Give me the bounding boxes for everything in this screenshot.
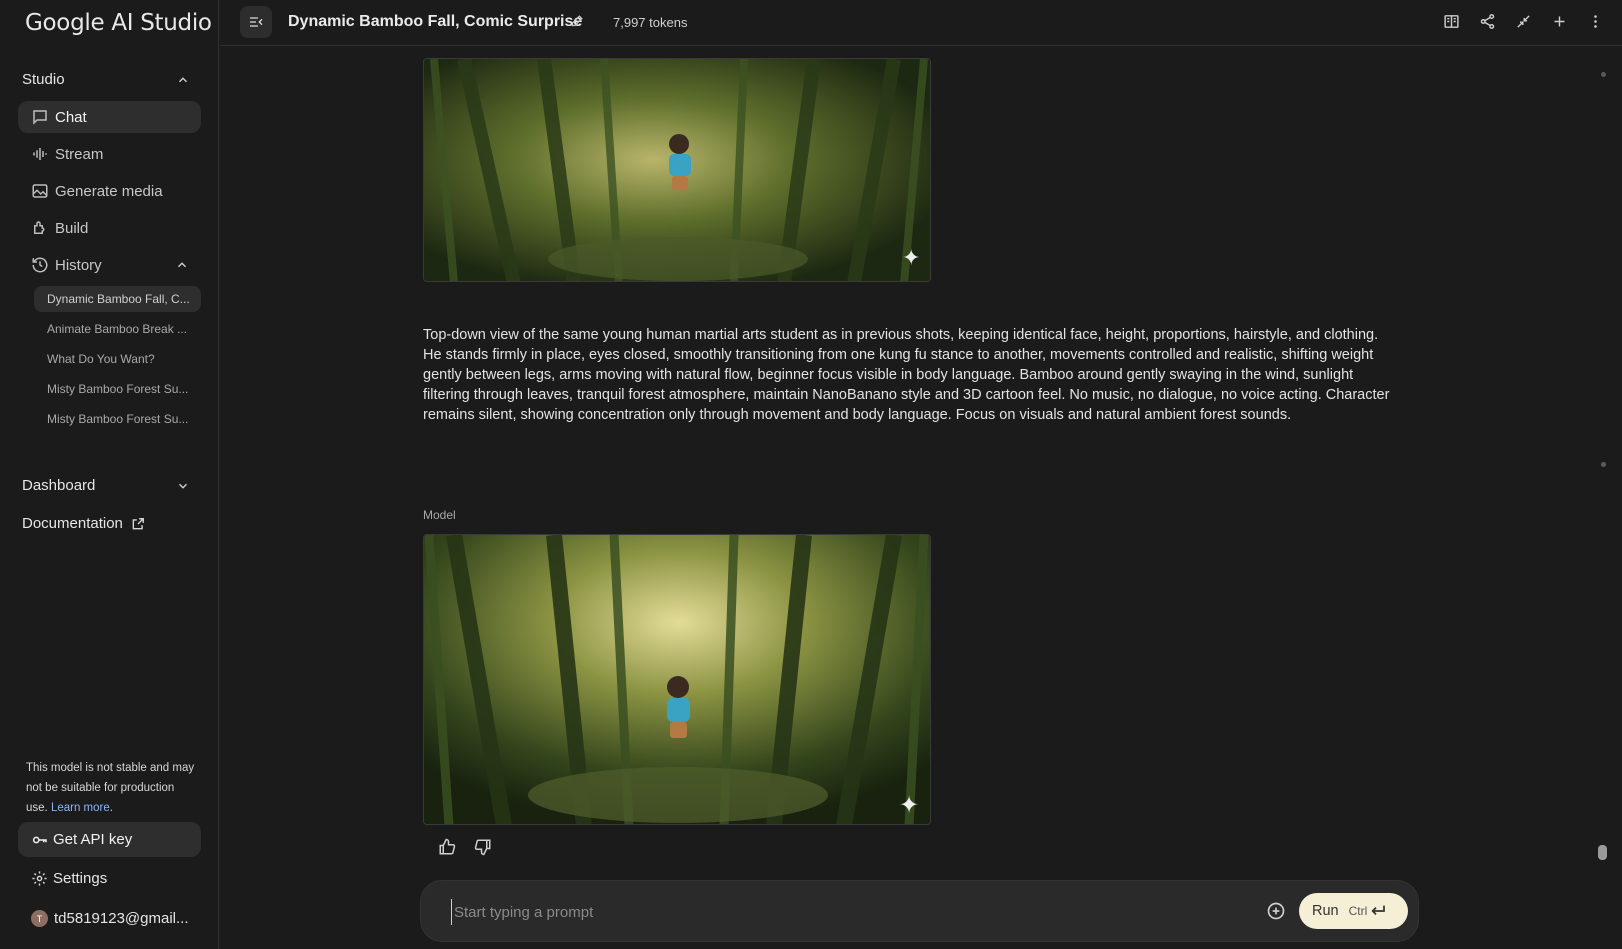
studio-section-label: Studio <box>22 71 65 88</box>
sidebar-item-generate-media[interactable]: Generate media <box>18 175 201 207</box>
build-icon <box>31 219 49 237</box>
sidebar-item-build[interactable]: Build <box>18 212 201 244</box>
sidebar-item-history[interactable]: History <box>18 249 201 281</box>
history-item[interactable]: Misty Bamboo Forest Su... <box>34 406 201 432</box>
chevron-up-icon <box>178 262 186 268</box>
account-email: td5819123@gmail... <box>54 910 189 927</box>
history-item[interactable]: Animate Bamboo Break ... <box>34 316 201 342</box>
scroll-marker[interactable] <box>1601 72 1606 77</box>
history-item[interactable]: What Do You Want? <box>34 346 201 372</box>
documentation-label: Documentation <box>22 515 123 532</box>
edit-title-icon[interactable] <box>570 13 585 28</box>
gear-icon <box>32 871 47 886</box>
run-shortcut: Ctrl <box>1349 904 1387 918</box>
learn-more-link[interactable]: Learn more <box>51 802 110 814</box>
sidebar-item-stream[interactable]: Stream <box>18 138 201 170</box>
page-title: Dynamic Bamboo Fall, Comic Surprise <box>288 13 583 30</box>
sidebar-toggle-button[interactable] <box>240 6 272 38</box>
key-icon <box>31 831 49 849</box>
get-api-key-button[interactable]: Get API key <box>18 822 201 857</box>
notice-period: . <box>109 802 113 814</box>
sidebar-item-label: History <box>55 256 102 274</box>
bamboo-forest-image: ✦ <box>424 59 930 281</box>
new-chat-icon[interactable] <box>1550 12 1568 30</box>
feedback-controls <box>438 838 492 856</box>
settings-link[interactable]: Settings <box>31 870 107 887</box>
run-button[interactable]: Run Ctrl <box>1299 893 1408 929</box>
history-icon <box>31 256 49 274</box>
thumbs-down-icon[interactable] <box>474 838 492 856</box>
chat-icon <box>31 108 49 126</box>
share-icon[interactable] <box>1478 12 1496 30</box>
toolbar-actions <box>1442 12 1604 30</box>
bamboo-forest-image: ✦ <box>424 535 930 824</box>
sidebar: Google AI Studio Studio Chat Stream Gene… <box>0 0 219 949</box>
sidebar-item-label: Chat <box>55 108 87 126</box>
scrollbar-thumb[interactable] <box>1598 845 1607 860</box>
model-label: Model <box>423 508 456 522</box>
app-logo[interactable]: Google AI Studio <box>25 10 212 36</box>
model-notice: This model is not stable and may not be … <box>26 758 196 818</box>
top-bar: Dynamic Bamboo Fall, Comic Surprise 7,99… <box>220 0 1622 46</box>
model-generated-image[interactable]: ✦ <box>423 534 931 825</box>
stream-icon <box>31 145 49 163</box>
svg-text:✦: ✦ <box>902 246 920 271</box>
more-options-icon[interactable] <box>1586 12 1604 30</box>
history-item[interactable]: Misty Bamboo Forest Su... <box>34 376 201 402</box>
documentation-link[interactable]: Documentation <box>22 515 145 532</box>
prompt-input-container: Run Ctrl <box>420 880 1419 942</box>
settings-label: Settings <box>53 870 108 887</box>
app-root: Google AI Studio Studio Chat Stream Gene… <box>0 0 1622 949</box>
image-icon <box>31 182 49 200</box>
prompt-input[interactable] <box>451 899 1211 925</box>
account-menu[interactable]: T td5819123@gmail... <box>31 910 188 927</box>
shortcut-key: Ctrl <box>1348 904 1368 918</box>
collapse-menu-icon <box>250 17 263 27</box>
user-prompt: Top-down view of the same young human ma… <box>423 327 1390 423</box>
chevron-up-icon <box>179 76 187 82</box>
svg-text:✦: ✦ <box>899 791 919 819</box>
studio-section-toggle[interactable]: Studio <box>22 71 190 88</box>
generated-image[interactable]: ✦ <box>423 58 931 282</box>
external-link-icon <box>132 517 144 529</box>
compress-icon[interactable] <box>1514 12 1532 30</box>
add-media-icon[interactable] <box>1266 901 1286 921</box>
thumbs-up-icon[interactable] <box>438 838 456 856</box>
history-item[interactable]: Dynamic Bamboo Fall, C... <box>34 286 201 312</box>
scroll-marker[interactable] <box>1601 462 1606 467</box>
chevron-down-icon <box>179 483 187 489</box>
run-label: Run <box>1312 903 1339 919</box>
sidebar-item-chat[interactable]: Chat <box>18 101 201 133</box>
avatar: T <box>31 910 48 927</box>
api-key-label: Get API key <box>53 831 133 848</box>
sidebar-item-label: Stream <box>55 145 104 163</box>
sidebar-item-label: Generate media <box>55 182 163 200</box>
dashboard-section-label: Dashboard <box>22 477 96 494</box>
sidebar-item-label: Build <box>55 219 89 237</box>
enter-key-icon <box>1371 905 1386 915</box>
compare-icon[interactable] <box>1442 12 1460 30</box>
dashboard-section-toggle[interactable]: Dashboard <box>22 477 190 494</box>
token-count: 7,997 tokens <box>613 15 688 30</box>
